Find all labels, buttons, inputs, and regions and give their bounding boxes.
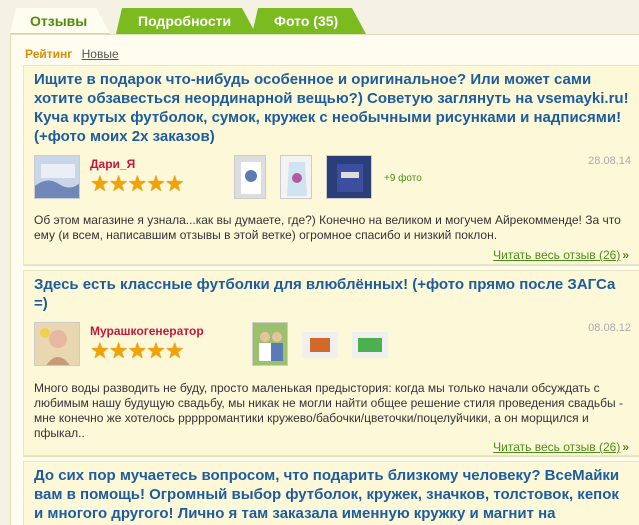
read-more-label: Читать весь отзыв (26)	[493, 248, 621, 262]
photo-thumbnail[interactable]	[326, 155, 372, 199]
review-card: Здесь есть классные футболки для влюблён…	[23, 270, 639, 456]
read-more-link[interactable]: Читать весь отзыв (26)»	[493, 248, 629, 262]
sort-new-link[interactable]: Новые	[82, 47, 119, 61]
review-title[interactable]: До сих пор мучаетесь вопросом, что подар…	[24, 462, 639, 525]
tab-reviews[interactable]: Отзывы	[10, 8, 110, 34]
rating-stars: ★★★★★	[90, 338, 185, 363]
tab-details[interactable]: Подробности	[116, 8, 256, 34]
avatar[interactable]	[34, 155, 80, 199]
review-date: 08.08.12	[588, 322, 631, 334]
double-chevron-right-icon: »	[622, 248, 629, 262]
photo-thumbnail[interactable]	[302, 322, 338, 366]
author-name[interactable]: Дари_Я	[90, 157, 135, 171]
read-more-label: Читать весь отзыв (26)	[493, 440, 621, 454]
divider	[23, 265, 639, 266]
photo-thumbnails	[234, 155, 372, 199]
review-title[interactable]: Ищите в подарок что-нибудь особенное и о…	[24, 66, 639, 150]
tab-bar: Отзывы Подробности Фото (35)	[10, 8, 639, 34]
review-meta: Мурашкогенератор ★★★★★ 08.08.12	[24, 322, 639, 382]
more-photos-link[interactable]: +9 фото	[384, 173, 422, 184]
review-date: 28.08.14	[588, 155, 631, 167]
author-name[interactable]: Мурашкогенератор	[90, 324, 204, 338]
review-excerpt: Об этом магазине я узнала...как вы думае…	[34, 213, 621, 242]
tab-photos[interactable]: Фото (35)	[252, 8, 366, 34]
divider	[23, 456, 639, 457]
photo-thumbnail[interactable]	[352, 322, 388, 366]
review-title[interactable]: Здесь есть классные футболки для влюблён…	[24, 271, 639, 317]
photo-thumbnails	[252, 322, 388, 366]
review-card: До сих пор мучаетесь вопросом, что подар…	[23, 461, 639, 525]
sort-bar: Рейтинг Новые	[25, 47, 125, 61]
avatar[interactable]	[34, 322, 80, 366]
double-chevron-right-icon: »	[622, 440, 629, 454]
sort-rating: Рейтинг	[25, 47, 73, 61]
reviews-panel: Рейтинг Новые Ищите в подарок что-нибудь…	[10, 34, 639, 525]
photo-thumbnail[interactable]	[252, 322, 288, 366]
review-card: Ищите в подарок что-нибудь особенное и о…	[23, 65, 639, 265]
review-meta: Дари_Я ★★★★★ +9 фото 28.08.14	[24, 155, 639, 215]
rating-stars: ★★★★★	[90, 171, 185, 196]
photo-thumbnail[interactable]	[280, 155, 312, 199]
read-more-link[interactable]: Читать весь отзыв (26)»	[493, 440, 629, 454]
review-excerpt: Много воды разводить не буду, просто мал…	[34, 381, 623, 440]
photo-thumbnail[interactable]	[234, 155, 266, 199]
